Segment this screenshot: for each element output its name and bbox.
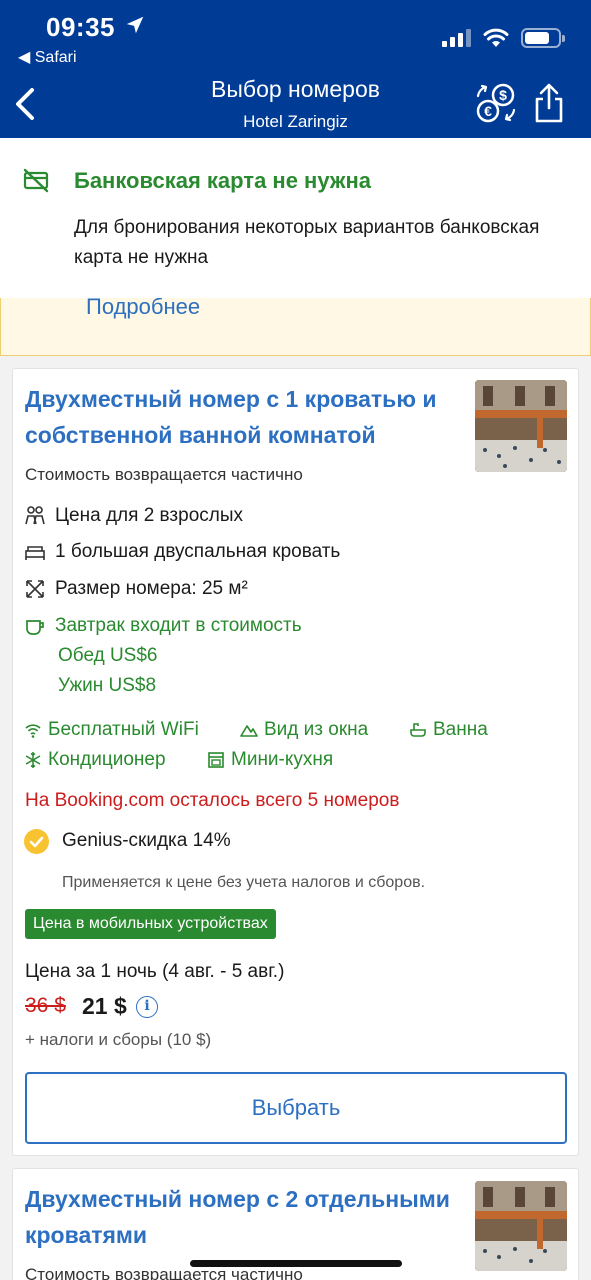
amenity-view: Вид из окна [240, 719, 368, 741]
amenity-bath: Ванна [409, 719, 488, 741]
amenity-kitchen: Мини-кухня [207, 749, 333, 771]
select-room-button[interactable]: Выбрать [25, 1072, 567, 1144]
cellular-signal-icon [442, 29, 471, 47]
new-price: 21 $ [82, 993, 127, 1019]
currency-exchange-icon[interactable]: $ € [474, 82, 518, 124]
bathtub-icon [410, 723, 426, 737]
size-feature: Размер номера: 25 м² [24, 578, 248, 600]
people-icon [25, 506, 45, 525]
status-indicators [442, 28, 565, 48]
coffee-cup-icon [26, 620, 44, 635]
room-title-link[interactable]: Двухместный номер с 1 кроватью и собстве… [25, 381, 465, 453]
expand-arrows-icon [26, 580, 44, 598]
back-to-safari-link[interactable]: ◀ Safari [18, 47, 77, 67]
amenity-wifi: Бесплатный WiFi [24, 719, 199, 741]
svg-text:€: € [484, 103, 492, 119]
amenity-ac: Кондиционер [24, 749, 166, 771]
room-photo[interactable] [475, 380, 567, 472]
mobile-price-badge: Цена в мобильных устройствах [25, 909, 276, 939]
share-icon[interactable] [532, 82, 566, 124]
guests-feature: Цена для 2 взрослых [24, 505, 243, 527]
kitchen-icon [208, 752, 224, 768]
wifi-icon [25, 724, 41, 738]
amenity-ac-label: Кондиционер [48, 749, 166, 770]
snowflake-icon [25, 752, 41, 768]
bed-feature: 1 большая двуспальная кровать [24, 541, 340, 563]
amenity-wifi-label: Бесплатный WiFi [48, 719, 199, 740]
bed-icon [25, 546, 45, 560]
breakfast-text: Завтрак входит в стоимость [55, 615, 302, 636]
wifi-icon [483, 28, 509, 47]
status-time: 09:35 [46, 12, 115, 42]
genius-note: Применяется к цене без учета налогов и с… [62, 874, 426, 891]
lunch-text: Обед US$6 [58, 645, 158, 666]
svg-text:$: $ [499, 87, 507, 103]
no-credit-card-icon [23, 168, 49, 193]
battery-level [525, 32, 549, 44]
price-info-icon[interactable]: i [136, 996, 158, 1018]
price-period-label: Цена за 1 ночь (4 авг. - 5 авг.) [25, 961, 285, 982]
home-indicator[interactable] [190, 1260, 402, 1267]
amenity-kitchen-label: Мини-кухня [231, 749, 334, 770]
refund-policy: Стоимость возвращается частично [25, 1265, 303, 1280]
rooms-left-notice: На Booking.com осталось всего 5 номеров [25, 790, 400, 811]
genius-discount: Genius-скидка 14% [62, 830, 231, 851]
battery-icon [521, 28, 565, 48]
banner-text: Для бронирования некоторых вариантов бан… [74, 217, 540, 268]
genius-check-icon [24, 829, 49, 854]
guests-text: Цена для 2 взрослых [55, 505, 244, 526]
taxes-and-fees: + налоги и сборы (10 $) [25, 1030, 212, 1049]
breakfast-feature: Завтрак входит в стоимость [24, 615, 302, 637]
old-price: 36 $ [25, 994, 66, 1017]
mountain-icon [240, 725, 258, 737]
refund-policy: Стоимость возвращается частично [25, 465, 303, 484]
app-header: 09:35 ◀ Safari Выбор номеров Hotel Zarin… [0, 0, 591, 138]
location-arrow-icon [126, 16, 144, 34]
size-text: Размер номера: 25 м² [55, 578, 248, 599]
bed-text: 1 большая двуспальная кровать [55, 541, 341, 562]
amenity-bath-label: Ванна [433, 719, 488, 740]
dinner-text: Ужин US$8 [58, 675, 157, 696]
banner-title: Банковская карта не нужна [74, 168, 371, 193]
amenity-view-label: Вид из окна [264, 719, 369, 740]
room-photo[interactable] [475, 1181, 567, 1271]
room-title-link[interactable]: Двухместный номер с 2 отдельными кроватя… [25, 1181, 465, 1253]
